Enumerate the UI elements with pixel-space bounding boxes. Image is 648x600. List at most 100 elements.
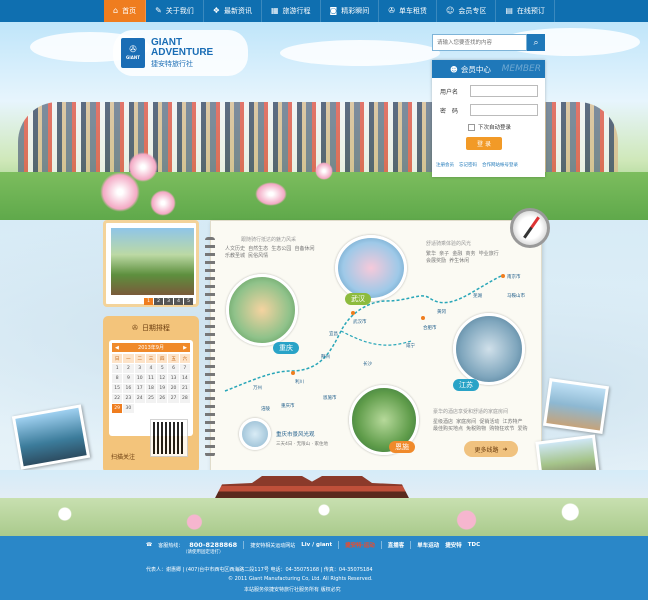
calendar-day[interactable]: 18	[145, 384, 157, 393]
member-watermark: MEMBER	[501, 64, 541, 74]
calendar-day[interactable]: 3	[134, 364, 145, 373]
forgot-password-link[interactable]: 忘记密码	[459, 162, 477, 168]
calendar-day[interactable]: 22	[112, 394, 123, 403]
nav-moments[interactable]: ◙ 精彩瞬间	[321, 0, 380, 22]
calendar-day[interactable]: 12	[157, 374, 168, 383]
partner-link[interactable]: 单车运动	[417, 541, 439, 549]
auto-login-checkbox[interactable]	[468, 123, 475, 131]
calendar-day[interactable]: 14	[179, 374, 190, 383]
slider-page[interactable]: 4	[174, 298, 183, 305]
weekday-header: 三	[145, 354, 157, 363]
calendar-day[interactable]: 17	[134, 384, 145, 393]
calendar-day[interactable]: 27	[168, 394, 179, 403]
follow-label: 捷安特相关运动网站	[250, 542, 296, 549]
blossom	[128, 152, 158, 182]
calendar-day[interactable]: 9	[123, 374, 134, 383]
calendar-day[interactable]: 1	[112, 364, 123, 373]
jiangsu-label[interactable]: 江苏	[453, 379, 479, 391]
calendar-day[interactable]: 11	[145, 374, 157, 383]
password-label: 密 码	[440, 107, 459, 115]
chongqing-photo[interactable]	[226, 274, 298, 346]
slider-page[interactable]: 1	[144, 298, 153, 305]
calendar-day[interactable]: 29	[112, 404, 123, 413]
nav-about[interactable]: ✎ 关于我们	[146, 0, 204, 22]
calendar-day[interactable]: 10	[134, 374, 145, 383]
partner-link[interactable]: 捷安特	[445, 541, 462, 549]
cloud	[280, 40, 440, 66]
calendar-day[interactable]: 25	[145, 394, 157, 403]
calendar-day[interactable]: 28	[179, 394, 190, 403]
chongqing-card-photo[interactable]	[239, 418, 271, 450]
partner-link[interactable]: TDC	[468, 542, 480, 548]
calendar-day[interactable]: 2	[123, 364, 134, 373]
nav-rental[interactable]: ✇ 单车租赁	[379, 0, 437, 22]
more-routes-button[interactable]: 更多线路 ➜	[464, 441, 518, 457]
password-field[interactable]	[470, 104, 538, 116]
login-button[interactable]: 登 录	[466, 137, 502, 150]
calendar-day[interactable]: 8	[112, 374, 123, 383]
calendar-icon: ▦	[270, 6, 279, 15]
flower-banner	[0, 470, 648, 536]
next-month-icon[interactable]: ▶	[183, 345, 187, 351]
city-label: 芜湖	[473, 294, 482, 299]
search-input[interactable]	[432, 34, 527, 51]
jiangsu-photo[interactable]	[453, 313, 525, 385]
city-label: 万州	[253, 386, 262, 391]
calendar-day[interactable]: 21	[179, 384, 190, 393]
divider	[380, 541, 382, 549]
flower-field	[0, 498, 648, 536]
city-dot	[351, 311, 355, 315]
nav-itinerary[interactable]: ▦ 旅游行程	[262, 0, 321, 22]
prev-month-icon[interactable]: ◀	[115, 345, 119, 351]
calendar-day[interactable]: 23	[123, 394, 134, 403]
city-label: 涪陵	[261, 407, 270, 412]
calendar-day[interactable]: 4	[145, 364, 157, 373]
qr-code	[150, 419, 188, 457]
calendar-day[interactable]: 30	[123, 404, 134, 413]
nav-news[interactable]: ❖ 最新资讯	[204, 0, 262, 22]
calendar-day[interactable]: 26	[157, 394, 168, 403]
calendar-day[interactable]: 16	[123, 384, 134, 393]
hotline-number: 800-8288868	[189, 541, 238, 549]
partner-link[interactable]: 直播客	[388, 541, 405, 549]
hero-banner	[0, 22, 648, 220]
partner-login-link[interactable]: 合作网站帐号登录	[482, 162, 518, 168]
wuhan-photo[interactable]	[335, 235, 407, 301]
compass-icon	[510, 208, 550, 248]
weekday-header: 四	[157, 354, 168, 363]
calendar-day[interactable]: 6	[168, 364, 179, 373]
calendar-day[interactable]: 20	[168, 384, 179, 393]
partner-link[interactable]: 捷安特·运动	[345, 541, 375, 549]
city-label: 荆州	[321, 355, 330, 360]
calendar-day[interactable]: 7	[179, 364, 190, 373]
calendar-day[interactable]: 24	[134, 394, 145, 403]
chongqing-label[interactable]: 重庆	[273, 342, 299, 354]
partner-link[interactable]: Liv / giant	[301, 542, 332, 548]
nav-members[interactable]: ☺ 会员专区	[437, 0, 497, 22]
wuhan-label[interactable]: 武汉	[345, 293, 371, 305]
home-icon: ⌂	[113, 6, 119, 15]
calendar-day[interactable]: 13	[168, 374, 179, 383]
user-icon: ☻	[450, 64, 458, 74]
city-label: 武汉市	[353, 320, 367, 325]
camera-icon: ◙	[329, 6, 338, 15]
search-button[interactable]: ⌕	[527, 34, 545, 51]
nav-booking[interactable]: ▤ 在线预订	[496, 0, 555, 22]
nav-home[interactable]: ⌂ 首页	[104, 0, 147, 22]
city-label: 南京市	[507, 275, 521, 280]
enshi-label[interactable]: 恩施	[389, 441, 415, 453]
calendar-day[interactable]: 19	[157, 384, 168, 393]
photo-polaroid[interactable]	[542, 378, 610, 434]
footer: ☎ 客服热线： 800-8288868 捷安特相关运动网站 Liv / gian…	[0, 536, 648, 600]
site-logo[interactable]: ✇ GIANT GIANT ADVENTURE 捷安特旅行社	[113, 30, 248, 76]
calendar-day[interactable]: 15	[112, 384, 123, 393]
username-field[interactable]	[470, 85, 538, 97]
slider-page[interactable]: 5	[184, 298, 193, 305]
slider-page[interactable]: 2	[154, 298, 163, 305]
register-link[interactable]: 注册会员	[436, 162, 454, 168]
slider-page[interactable]: 3	[164, 298, 173, 305]
slider-photo[interactable]	[111, 228, 194, 295]
divider	[410, 541, 412, 549]
calendar-day[interactable]: 5	[157, 364, 168, 373]
edit-icon: ✎	[155, 6, 162, 15]
